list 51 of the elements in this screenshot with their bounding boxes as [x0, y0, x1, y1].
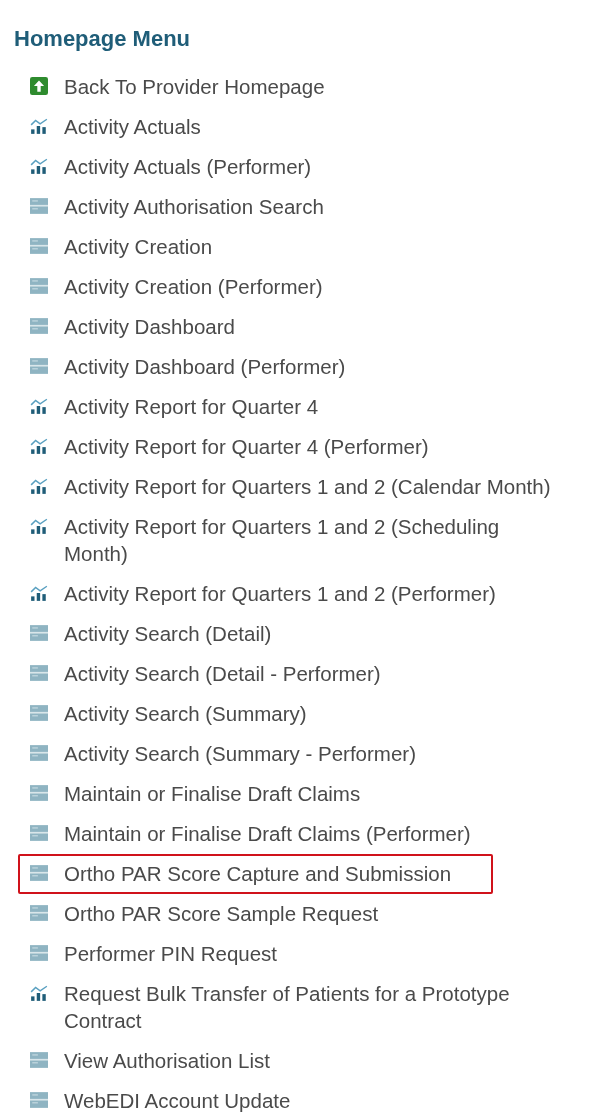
menu-link[interactable]: Activity Actuals (Performer) — [64, 153, 312, 180]
menu-link[interactable]: Maintain or Finalise Draft Claims (Performer) — [64, 820, 471, 847]
form-icon — [30, 864, 48, 882]
menu-link[interactable]: Activity Report for Quarters 1 and 2 (Performer) — [64, 580, 496, 607]
bar-chart-icon — [30, 157, 48, 175]
menu-link[interactable]: Activity Report for Quarters 1 and 2 (Calendar Month) — [64, 473, 551, 500]
menu-link[interactable]: Activity Creation — [64, 233, 213, 260]
form-icon — [30, 664, 48, 682]
menu-link[interactable]: WebEDI Account Update — [64, 1087, 291, 1114]
menu-link[interactable]: Activity Search (Detail) — [64, 620, 272, 647]
form-icon — [30, 1091, 48, 1109]
menu-link[interactable]: Activity Search (Summary - Performer) — [64, 740, 416, 767]
bar-chart-icon — [30, 397, 48, 415]
menu-link[interactable]: Activity Search (Detail - Performer) — [64, 660, 381, 687]
bar-chart-icon — [30, 477, 48, 495]
form-icon — [30, 197, 48, 215]
bar-chart-icon — [30, 517, 48, 535]
menu-link[interactable]: Ortho PAR Score Capture and Submission — [64, 860, 452, 887]
menu-link[interactable]: Activity Actuals — [64, 113, 201, 140]
form-icon — [30, 944, 48, 962]
form-icon — [30, 824, 48, 842]
menu-title: Homepage Menu — [14, 25, 191, 53]
form-icon — [30, 357, 48, 375]
bar-chart-icon — [30, 584, 48, 602]
menu-link[interactable]: Activity Report for Quarter 4 (Performer) — [64, 433, 429, 460]
menu-link[interactable]: Activity Search (Summary) — [64, 700, 307, 727]
form-icon — [30, 237, 48, 255]
bar-chart-icon — [30, 117, 48, 135]
menu-link[interactable]: Performer PIN Request — [64, 940, 278, 967]
form-icon — [30, 904, 48, 922]
bar-chart-icon — [30, 437, 48, 455]
form-icon — [30, 784, 48, 802]
form-icon — [30, 277, 48, 295]
form-icon — [30, 744, 48, 762]
form-icon — [30, 1051, 48, 1069]
menu-link[interactable]: Request Bulk Transfer of Patients for a Prototype Contract — [64, 980, 568, 1034]
menu-link[interactable]: Activity Authorisation Search — [64, 193, 324, 220]
menu-link[interactable]: Activity Dashboard (Performer) — [64, 353, 346, 380]
menu-link[interactable]: Maintain or Finalise Draft Claims — [64, 780, 361, 807]
menu-link[interactable]: Activity Dashboard — [64, 313, 235, 340]
menu-link[interactable]: Ortho PAR Score Sample Request — [64, 900, 379, 927]
home-arrow-icon — [30, 77, 48, 95]
bar-chart-icon — [30, 984, 48, 1002]
form-icon — [30, 704, 48, 722]
form-icon — [30, 317, 48, 335]
menu-link[interactable]: View Authorisation List — [64, 1047, 270, 1074]
form-icon — [30, 624, 48, 642]
menu-link[interactable]: Back To Provider Homepage — [64, 73, 325, 100]
menu-link[interactable]: Activity Report for Quarter 4 — [64, 393, 319, 420]
menu-link[interactable]: Activity Creation (Performer) — [64, 273, 323, 300]
menu-link[interactable]: Activity Report for Quarters 1 and 2 (Scheduling Month) — [64, 513, 568, 567]
